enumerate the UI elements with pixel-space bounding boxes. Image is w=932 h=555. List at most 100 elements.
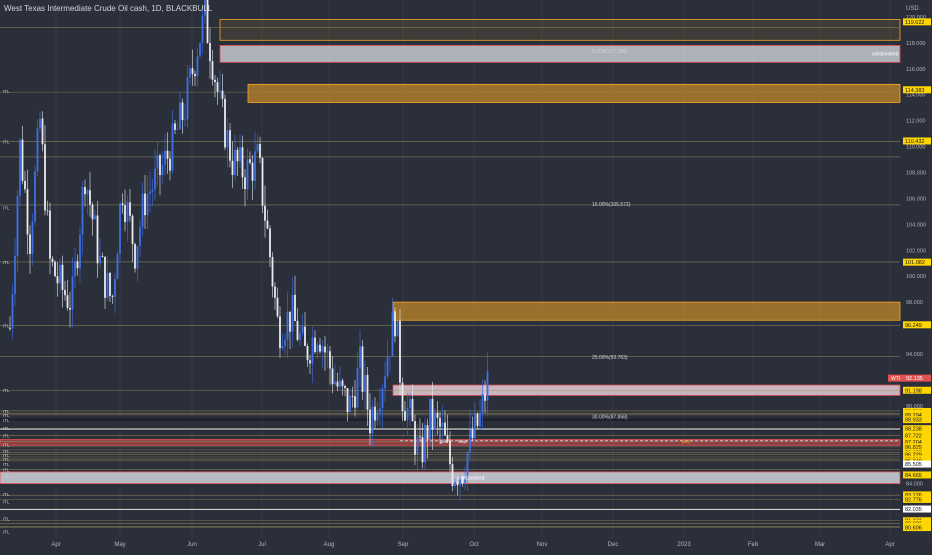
- candle-body[interactable]: [359, 346, 361, 368]
- candle-body[interactable]: [31, 221, 34, 255]
- candle-body[interactable]: [81, 186, 84, 235]
- candle-body[interactable]: [221, 90, 224, 99]
- candle-body[interactable]: [361, 346, 364, 392]
- candle-body[interactable]: [276, 297, 279, 317]
- candle-body[interactable]: [169, 158, 171, 171]
- candle-body[interactable]: [396, 320, 399, 337]
- candle-body[interactable]: [444, 422, 446, 436]
- candle-body[interactable]: [36, 128, 39, 172]
- candle-body[interactable]: [286, 311, 289, 340]
- candle-body[interactable]: [244, 177, 246, 190]
- candle-body[interactable]: [456, 481, 459, 486]
- candle-body[interactable]: [249, 159, 251, 163]
- candle-body[interactable]: [86, 190, 89, 195]
- candle-body[interactable]: [281, 345, 284, 349]
- candle-body[interactable]: [19, 139, 21, 196]
- candle-body[interactable]: [309, 360, 311, 364]
- candle-body[interactable]: [424, 425, 426, 463]
- candle-body[interactable]: [26, 189, 29, 235]
- candle-body[interactable]: [401, 382, 404, 412]
- candle-body[interactable]: [199, 42, 201, 57]
- candle-body[interactable]: [354, 396, 356, 408]
- candle-body[interactable]: [114, 278, 116, 297]
- candle-body[interactable]: [301, 326, 304, 334]
- candle-body[interactable]: [326, 351, 329, 353]
- candle-body[interactable]: [184, 119, 186, 121]
- candle-body[interactable]: [84, 186, 86, 195]
- candle-body[interactable]: [474, 413, 476, 439]
- candle-body[interactable]: [151, 189, 154, 192]
- candle-body[interactable]: [329, 351, 331, 369]
- candle-body[interactable]: [266, 220, 269, 229]
- candle-body[interactable]: [59, 264, 61, 284]
- candle-body[interactable]: [324, 346, 326, 353]
- candle-body[interactable]: [159, 155, 161, 176]
- candle-body[interactable]: [226, 130, 229, 148]
- candle-body[interactable]: [119, 203, 121, 254]
- candle-body[interactable]: [146, 194, 149, 216]
- candle-body[interactable]: [94, 215, 96, 220]
- candle-body[interactable]: [419, 436, 421, 438]
- candle-body[interactable]: [416, 436, 419, 455]
- candle-body[interactable]: [304, 326, 306, 346]
- candle-body[interactable]: [356, 367, 359, 408]
- candle-body[interactable]: [46, 210, 49, 212]
- candle-body[interactable]: [96, 215, 99, 264]
- candle-body[interactable]: [439, 417, 441, 427]
- candle-body[interactable]: [126, 202, 129, 223]
- candle-body[interactable]: [181, 102, 184, 121]
- candle-body[interactable]: [366, 374, 369, 410]
- candle-body[interactable]: [24, 180, 26, 190]
- candle-body[interactable]: [349, 395, 351, 413]
- candle-body[interactable]: [274, 286, 276, 298]
- candle-body[interactable]: [371, 406, 374, 434]
- candle-body[interactable]: [484, 393, 486, 401]
- candle-body[interactable]: [481, 393, 484, 413]
- candle-body[interactable]: [404, 411, 406, 421]
- candle-body[interactable]: [176, 128, 179, 130]
- candle-body[interactable]: [231, 160, 234, 176]
- candle-body[interactable]: [104, 256, 106, 298]
- candle-body[interactable]: [351, 395, 354, 397]
- candle-body[interactable]: [344, 386, 346, 388]
- candle-body[interactable]: [239, 147, 241, 162]
- candle-body[interactable]: [194, 73, 196, 77]
- candle-body[interactable]: [29, 234, 31, 255]
- candle-body[interactable]: [139, 227, 141, 246]
- candle-body[interactable]: [54, 261, 56, 277]
- candle-body[interactable]: [246, 159, 249, 190]
- candle-body[interactable]: [229, 130, 231, 161]
- candle-body[interactable]: [64, 289, 66, 296]
- chart-container[interactable]: poc ITL ITL ITL ITL ITL ITL ITL ITL ITL ITL ITL ITL I…: [0, 0, 932, 550]
- candle-body[interactable]: [219, 90, 221, 92]
- candle-body[interactable]: [339, 380, 341, 387]
- price-zone[interactable]: [219, 19, 901, 41]
- candle-body[interactable]: [191, 68, 194, 74]
- candle-body[interactable]: [111, 295, 114, 297]
- candle-body[interactable]: [469, 429, 471, 453]
- candle-body[interactable]: [394, 311, 396, 337]
- candle-body[interactable]: [409, 398, 411, 408]
- candle-body[interactable]: [296, 320, 299, 340]
- candle-body[interactable]: [51, 258, 54, 262]
- candle-body[interactable]: [49, 210, 51, 259]
- candle-body[interactable]: [436, 412, 439, 418]
- candle-body[interactable]: [334, 381, 336, 385]
- candle-body[interactable]: [121, 203, 124, 206]
- candle-body[interactable]: [89, 190, 91, 205]
- candle-body[interactable]: [161, 164, 164, 176]
- candle-body[interactable]: [441, 422, 444, 427]
- candle-body[interactable]: [321, 346, 324, 352]
- candle-body[interactable]: [79, 234, 81, 269]
- candle-body[interactable]: [116, 253, 119, 279]
- candle-body[interactable]: [386, 357, 389, 377]
- candle-body[interactable]: [269, 228, 271, 258]
- candle-body[interactable]: [449, 440, 451, 465]
- candle-body[interactable]: [421, 437, 424, 463]
- candle-body[interactable]: [129, 202, 131, 216]
- candle-body[interactable]: [374, 406, 376, 421]
- price-zone[interactable]: [392, 301, 901, 321]
- candle-body[interactable]: [91, 204, 94, 220]
- price-zone[interactable]: [247, 83, 901, 103]
- candle-body[interactable]: [156, 155, 159, 169]
